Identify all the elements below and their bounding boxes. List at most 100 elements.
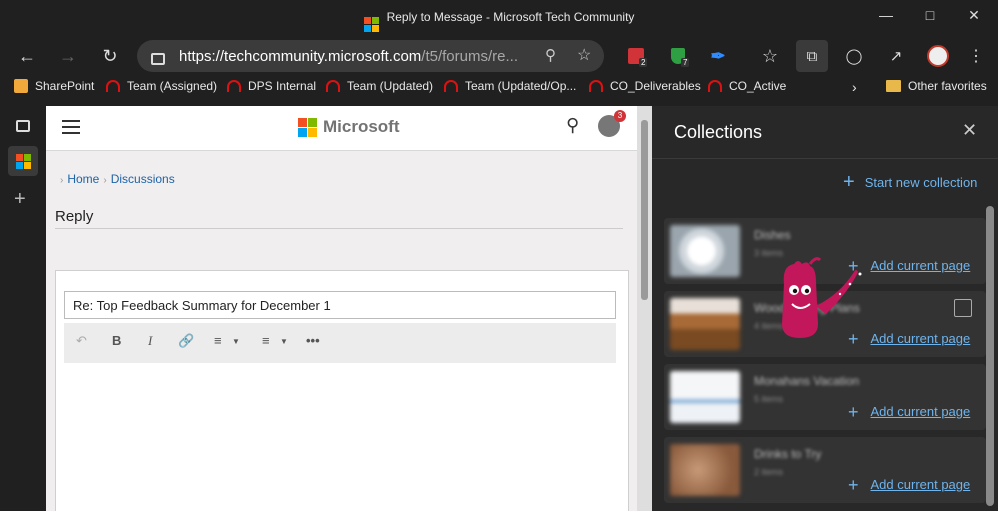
chevron-down-icon[interactable]: ▼ bbox=[232, 337, 240, 346]
browser-toolbar: ← → ↻ https://techcommunity.microsoft.co… bbox=[0, 36, 998, 76]
more-tools-button[interactable]: ••• bbox=[306, 333, 320, 348]
collections-pane: Collections ✕ + Start new collection Dish… bbox=[652, 106, 998, 511]
link-icon[interactable]: 🔗 bbox=[178, 333, 194, 349]
scrollbar-thumb[interactable] bbox=[641, 120, 648, 300]
collection-name: Drinks to Try bbox=[754, 447, 822, 461]
collections-scrollbar[interactable] bbox=[986, 206, 994, 506]
page-title: Reply bbox=[55, 208, 94, 225]
add-current-page-button[interactable]: + Add current page bbox=[848, 402, 970, 423]
editor-toolbar: ↶ B I 🔗 ≡ ▼ ≡ ▼ ••• bbox=[64, 323, 616, 363]
teams-icon bbox=[444, 80, 458, 92]
favorite-dps-internal[interactable]: DPS Internal bbox=[227, 79, 316, 93]
start-new-collection-button[interactable]: + Start new collection bbox=[843, 171, 977, 194]
favorites-bar: SharePoint Team (Assigned) DPS Internal … bbox=[0, 76, 998, 98]
mascot-character-icon bbox=[782, 257, 862, 338]
collection-name: Monahans Vacation bbox=[754, 374, 860, 388]
collection-checkbox[interactable] bbox=[954, 299, 972, 317]
refresh-button[interactable]: ↻ bbox=[94, 40, 126, 72]
sharepoint-icon bbox=[14, 79, 28, 93]
address-bar[interactable]: https://techcommunity.microsoft.com/t5/f… bbox=[137, 40, 604, 72]
collection-count: 5 items bbox=[754, 394, 784, 404]
teams-icon bbox=[589, 80, 603, 92]
add-current-page-button[interactable]: + Add current page bbox=[848, 475, 970, 496]
numbered-list-icon[interactable]: ≡ bbox=[214, 333, 222, 348]
breadcrumb: › Home › Discussions bbox=[60, 172, 175, 186]
zoom-icon[interactable]: ⚲ bbox=[545, 46, 556, 64]
minimize-button[interactable]: — bbox=[863, 0, 909, 30]
calendar-extension-icon[interactable]: 2 bbox=[620, 40, 652, 72]
notification-badge: 3 bbox=[614, 110, 626, 122]
maximize-button[interactable]: □ bbox=[907, 0, 953, 30]
favorite-other-favorites[interactable]: Other favorites bbox=[886, 79, 987, 93]
collection-count: 2 items bbox=[754, 467, 784, 477]
close-window-button[interactable]: ✕ bbox=[951, 0, 997, 30]
more-menu-icon[interactable]: ⋮ bbox=[960, 40, 992, 72]
undo-icon[interactable]: ↶ bbox=[76, 333, 87, 349]
bullet-list-icon[interactable]: ≡ bbox=[262, 333, 270, 348]
favorite-co-active[interactable]: CO_Active bbox=[708, 79, 786, 93]
plus-icon: + bbox=[843, 171, 855, 193]
calendar-badge: 2 bbox=[639, 58, 648, 67]
browser-essentials-icon[interactable]: ◯ bbox=[838, 40, 870, 72]
collection-thumbnail bbox=[670, 444, 740, 496]
collection-thumbnail bbox=[670, 371, 740, 423]
collections-title: Collections bbox=[674, 122, 763, 142]
profile-avatar[interactable] bbox=[922, 40, 954, 72]
favorite-co-deliverables[interactable]: CO_Deliverables bbox=[589, 79, 701, 93]
close-icon[interactable]: ✕ bbox=[962, 120, 977, 141]
teams-icon bbox=[227, 80, 241, 92]
collections-divider bbox=[652, 158, 998, 159]
new-tab-plus-icon[interactable]: + bbox=[14, 188, 26, 211]
plus-icon: + bbox=[848, 402, 859, 422]
folder-icon bbox=[886, 80, 901, 92]
tab-actions-icon[interactable] bbox=[16, 120, 30, 132]
collection-thumbnail bbox=[670, 298, 740, 350]
favorite-team-updated-op[interactable]: Team (Updated/Op... bbox=[444, 79, 576, 93]
collection-card[interactable]: Monahans Vacation 5 items + Add current p… bbox=[664, 364, 986, 430]
favorite-team-updated[interactable]: Team (Updated) bbox=[326, 79, 433, 93]
search-icon[interactable]: ⚲ bbox=[566, 115, 579, 136]
back-button[interactable]: ← bbox=[11, 40, 43, 72]
window-title: Reply to Message - Microsoft Tech Commun… bbox=[386, 10, 635, 24]
favorites-icon[interactable]: ☆ bbox=[754, 40, 786, 72]
collection-thumbnail bbox=[670, 225, 740, 277]
teams-icon bbox=[106, 80, 120, 92]
breadcrumb-discussions[interactable]: Discussions bbox=[111, 172, 175, 186]
collection-card[interactable]: Drinks to Try 2 items + Add current page bbox=[664, 437, 986, 503]
teams-icon bbox=[326, 80, 340, 92]
url-path: /t5/forums/re... bbox=[421, 48, 518, 65]
vertical-tabs-strip: + bbox=[0, 106, 46, 511]
collections-icon[interactable]: ⧉ bbox=[796, 40, 828, 72]
favorite-team-assigned[interactable]: Team (Assigned) bbox=[106, 79, 217, 93]
favorites-overflow-chevron-icon[interactable]: › bbox=[852, 79, 857, 95]
microsoft-logo-icon bbox=[15, 153, 31, 169]
subject-input[interactable]: Re: Top Feedback Summary for December 1 bbox=[64, 291, 616, 319]
title-divider bbox=[55, 228, 623, 229]
reply-editor: Re: Top Feedback Summary for December 1 … bbox=[55, 270, 629, 511]
bold-button[interactable]: B bbox=[112, 333, 121, 348]
favorite-sharepoint[interactable]: SharePoint bbox=[14, 79, 94, 93]
shield-extension-icon[interactable]: 7 bbox=[662, 40, 694, 72]
page-scrollbar[interactable] bbox=[637, 106, 652, 511]
breadcrumb-home[interactable]: Home bbox=[67, 172, 99, 186]
teams-icon bbox=[708, 80, 722, 92]
microsoft-brand[interactable]: Microsoft bbox=[298, 117, 400, 137]
title-bar: Reply to Message - Microsoft Tech Commun… bbox=[0, 0, 998, 36]
pen-extension-icon[interactable]: ✒ bbox=[702, 40, 734, 72]
web-page: Microsoft ⚲ 3 › Home › Discussions Reply Re… bbox=[46, 106, 637, 511]
active-tab[interactable] bbox=[8, 146, 38, 176]
forward-button[interactable]: → bbox=[52, 40, 84, 72]
shield-badge: 7 bbox=[681, 58, 690, 67]
share-icon[interactable]: ↗ bbox=[880, 40, 912, 72]
add-favorite-icon[interactable]: ☆ bbox=[577, 45, 591, 65]
site-header: Microsoft ⚲ 3 bbox=[46, 106, 637, 151]
hamburger-menu-icon[interactable] bbox=[62, 120, 80, 134]
url-text[interactable]: https://techcommunity.microsoft.com/t5/f… bbox=[179, 48, 529, 65]
collection-name: Dishes bbox=[754, 228, 791, 242]
plus-icon: + bbox=[848, 475, 859, 495]
microsoft-logo-icon bbox=[363, 17, 379, 32]
chevron-down-icon[interactable]: ▼ bbox=[280, 337, 288, 346]
lock-icon bbox=[151, 53, 165, 65]
italic-button[interactable]: I bbox=[148, 333, 152, 349]
url-host: https://techcommunity.microsoft.com bbox=[179, 48, 422, 65]
